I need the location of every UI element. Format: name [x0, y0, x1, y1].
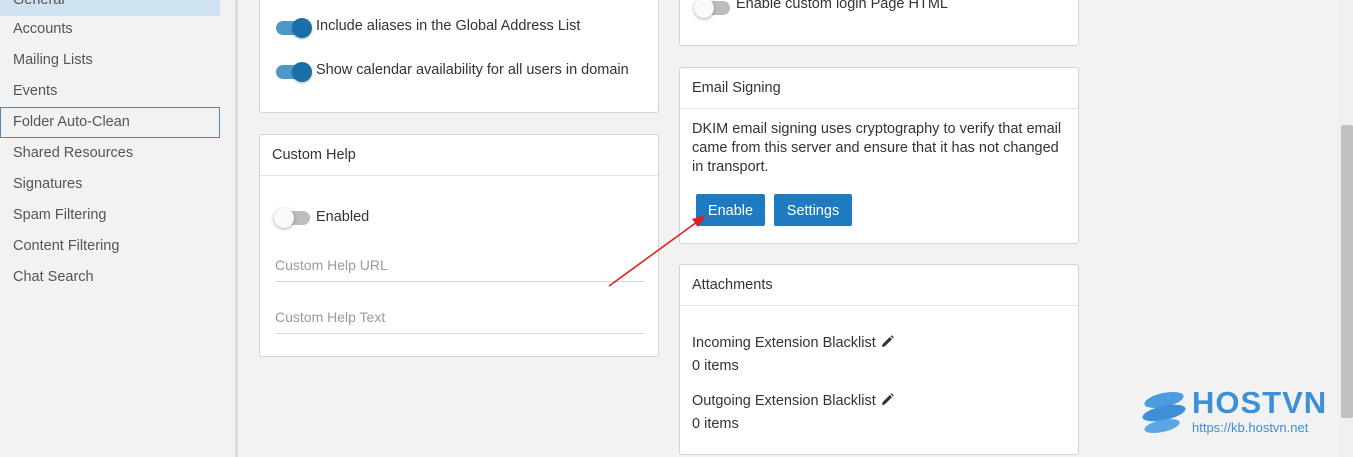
watermark-brand: HOSTVN: [1192, 385, 1328, 420]
pencil-icon[interactable]: [881, 335, 894, 352]
toggle-custom-help-enabled[interactable]: [274, 208, 310, 228]
email-signing-card: Email Signing DKIM email signing uses cr…: [679, 67, 1079, 244]
sidebar-item-chat-search[interactable]: Chat Search: [0, 262, 220, 293]
settings-button[interactable]: Settings: [774, 194, 852, 226]
login-options-card: Enable custom login Page HTML: [679, 0, 1079, 46]
incoming-blacklist-label: Incoming Extension Blacklist: [692, 335, 876, 351]
card-title: Email Signing: [680, 68, 1078, 109]
scrollbar-thumb[interactable]: [1341, 125, 1353, 418]
toggle-include-aliases-label: Include aliases in the Global Address Li…: [316, 18, 581, 34]
email-signing-description: DKIM email signing uses cryptography to …: [692, 121, 1062, 175]
card-title: Custom Help: [260, 135, 658, 176]
enable-button[interactable]: Enable: [696, 194, 765, 226]
custom-help-url-input[interactable]: [275, 251, 645, 279]
hostvn-watermark: HOSTVN https://kb.hostvn.net: [1140, 385, 1330, 438]
sidebar-item-events[interactable]: Events: [0, 76, 220, 107]
sidebar-nav: General Accounts Mailing Lists Events Fo…: [0, 0, 235, 457]
outgoing-blacklist-count: 0 items: [692, 416, 739, 432]
general-options-card: Include aliases in the Global Address Li…: [259, 0, 659, 113]
custom-help-text-input[interactable]: [275, 303, 645, 331]
custom-help-card: Custom Help Enabled: [259, 134, 659, 357]
custom-help-url-field: [275, 251, 645, 282]
sidebar-item-content-filtering[interactable]: Content Filtering: [0, 231, 220, 262]
toggle-show-calendar[interactable]: [276, 62, 312, 82]
sidebar-item-folder-auto-clean[interactable]: Folder Auto-Clean: [0, 107, 220, 138]
outgoing-blacklist-label: Outgoing Extension Blacklist: [692, 393, 876, 409]
toggle-include-aliases[interactable]: [276, 18, 312, 38]
sidebar-item-mailing-lists[interactable]: Mailing Lists: [0, 45, 220, 76]
incoming-blacklist-count: 0 items: [692, 358, 739, 374]
toggle-show-calendar-label: Show calendar availability for all users…: [316, 62, 629, 78]
sidebar-item-accounts[interactable]: Accounts: [0, 14, 220, 45]
pencil-icon[interactable]: [881, 393, 894, 410]
outgoing-blacklist-row: Outgoing Extension Blacklist: [692, 393, 894, 410]
incoming-blacklist-row: Incoming Extension Blacklist: [692, 335, 894, 352]
custom-help-text-field: [275, 303, 645, 334]
sidebar-item-shared-resources[interactable]: Shared Resources: [0, 138, 220, 169]
custom-login-html-label: Enable custom login Page HTML: [736, 0, 948, 12]
sidebar-item-signatures[interactable]: Signatures: [0, 169, 220, 200]
sidebar-item-spam-filtering[interactable]: Spam Filtering: [0, 200, 220, 231]
toggle-custom-login-html[interactable]: [694, 0, 730, 18]
hostvn-logo-icon: [1142, 391, 1186, 433]
custom-help-enabled-label: Enabled: [316, 209, 370, 225]
attachments-card: Attachments Incoming Extension Blacklist…: [679, 264, 1079, 455]
card-title: Attachments: [680, 265, 1078, 306]
watermark-url: https://kb.hostvn.net: [1192, 420, 1309, 435]
